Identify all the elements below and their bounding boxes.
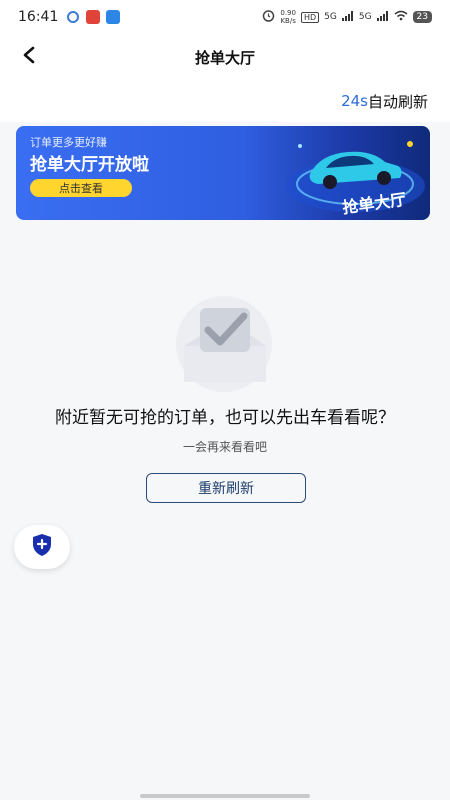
nav-bar: 抢单大厅 bbox=[0, 34, 450, 80]
shield-plus-icon bbox=[31, 533, 53, 561]
signal-bars-icon bbox=[341, 10, 354, 24]
navigation-app-icon bbox=[106, 10, 121, 24]
empty-state-subtitle: 一会再来看看吧 bbox=[182, 440, 267, 454]
status-indicators: 0.90 KB/s HD 5G 5G 23 bbox=[262, 9, 432, 25]
empty-inbox-icon bbox=[176, 296, 272, 392]
refresh-label: 自动刷新 bbox=[367, 92, 428, 111]
app-notification-icon bbox=[86, 10, 101, 24]
wifi-icon bbox=[394, 10, 408, 24]
status-time: 16:41 bbox=[18, 9, 59, 25]
signal-5g-1: 5G bbox=[324, 12, 337, 22]
status-bar: 16:41 0.90 KB/s HD 5G 5G 23 bbox=[0, 0, 450, 34]
banner-view-button[interactable]: 点击查看 bbox=[30, 179, 132, 197]
status-app-icons bbox=[66, 10, 121, 24]
location-icon bbox=[66, 10, 80, 24]
net-speed-value: 0.90 bbox=[280, 9, 296, 17]
auto-refresh-indicator: 24s 自动刷新 bbox=[0, 80, 450, 122]
chevron-left-icon bbox=[21, 46, 37, 68]
empty-state-title: 附近暂无可抢的订单，也可以先出车看看呢？ bbox=[55, 408, 395, 428]
home-indicator[interactable] bbox=[140, 794, 310, 798]
promo-banner[interactable]: 订单更多更好赚 抢单大厅开放啦 点击查看 抢单大厅 bbox=[16, 126, 430, 220]
net-speed-unit: KB/s bbox=[280, 17, 296, 25]
signal-5g-2: 5G bbox=[358, 12, 372, 22]
refresh-countdown: 24s bbox=[341, 92, 368, 110]
banner-title: 抢单大厅开放啦 bbox=[30, 155, 149, 175]
net-speed: 0.90 KB/s bbox=[280, 9, 296, 25]
signal-bars-icon bbox=[376, 10, 389, 24]
alarm-icon bbox=[262, 9, 275, 25]
battery-indicator: 23 bbox=[412, 11, 432, 23]
banner-subtitle: 订单更多更好赚 bbox=[30, 136, 107, 149]
safety-shield-button[interactable] bbox=[14, 525, 70, 569]
refresh-button[interactable]: 重新刷新 bbox=[146, 473, 306, 503]
hd-badge: HD bbox=[300, 11, 320, 23]
back-button[interactable] bbox=[14, 42, 44, 72]
page-title: 抢单大厅 bbox=[194, 48, 255, 67]
